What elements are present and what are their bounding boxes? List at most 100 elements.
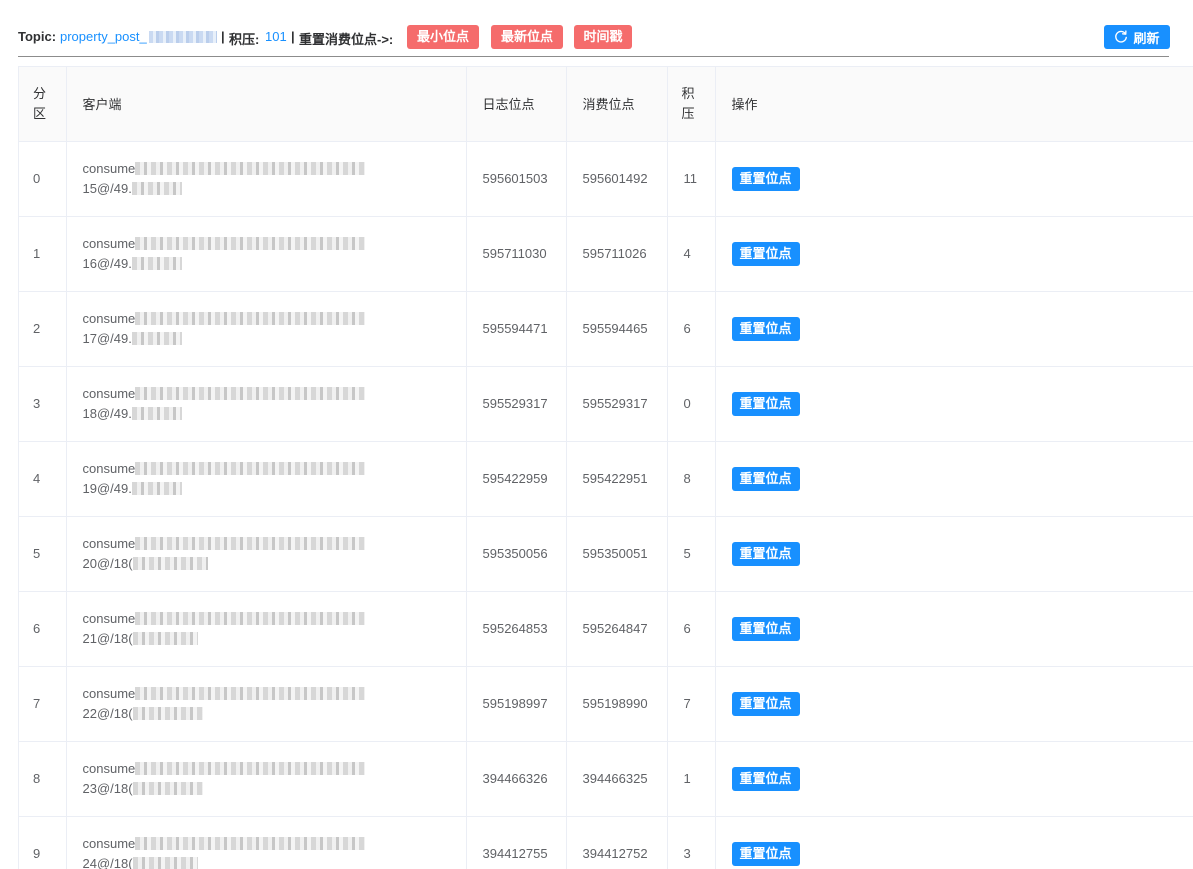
cell-partition: 3 [19,366,67,442]
separator: | [221,29,225,44]
header-client: 客户端 [66,67,467,142]
redacted-client-host [132,632,198,645]
cell-consume-offset: 595594465 [566,291,668,367]
cell-log-offset: 595601503 [466,141,567,217]
redacted-client-id [135,537,366,550]
table-row: 6 consume 21@/18(595264853 595264847 6 重置位点 [19,591,1193,667]
cell-action: 重置位点 [715,591,1193,667]
reset-offset-button[interactable]: 重置位点 [731,616,800,641]
table-row: 9 consume 24@/18(394412755 394412752 3 重置位点 [19,816,1193,869]
reset-offset-button[interactable]: 重置位点 [731,391,800,416]
timestamp-button[interactable]: 时间戳 [574,25,632,49]
cell-log-offset: 394466326 [466,741,567,817]
header-lag-line1: 积 [681,85,695,101]
client-id-suffix: 18@/49. [82,406,132,421]
header-log-offset: 日志位点 [466,67,567,142]
cell-client: consume 17@/49. [66,291,467,367]
cell-consume-offset: 595711026 [566,216,668,292]
reset-offset-button[interactable]: 重置位点 [731,466,800,491]
cell-client: consume 19@/49. [66,441,467,517]
client-id-suffix: 21@/18( [82,631,133,646]
cell-log-offset: 595264853 [466,591,567,667]
cell-log-offset: 595350056 [466,516,567,592]
redacted-client-id [135,612,366,625]
cell-partition: 2 [19,291,67,367]
client-id-suffix: 22@/18( [82,706,133,721]
cell-consume-offset: 595601492 [566,141,668,217]
cell-consume-offset: 595198990 [566,666,668,742]
reset-offset-button[interactable]: 重置位点 [731,841,800,866]
refresh-button[interactable]: 刷新 [1104,25,1170,49]
client-id-prefix: consume [82,386,136,401]
cell-consume-offset: 595264847 [566,591,668,667]
table-row: 5 consume 20@/18(595350056 595350051 5 重置位点 [19,516,1193,592]
redacted-client-id [135,162,366,175]
cell-client: consume 15@/49. [66,141,467,217]
header-partition-line2: 区 [33,105,47,121]
cell-client: consume 22@/18( [66,666,467,742]
table-row: 3 consume 18@/49. 595529317 595529317 0 重置位点 [19,366,1193,442]
header-partition-line1: 分 [33,85,47,101]
cell-lag: 8 [667,441,716,517]
redacted-client-id [135,462,366,475]
client-id-suffix: 15@/49. [82,181,132,196]
toolbar-divider [18,56,1169,57]
client-id-prefix: consume [82,836,136,851]
topic-value[interactable]: property_post_ [60,29,147,44]
cell-client: consume 20@/18( [66,516,467,592]
cell-action: 重置位点 [715,516,1193,592]
cell-log-offset: 595529317 [466,366,567,442]
cell-client: consume 18@/49. [66,366,467,442]
reset-offset-button[interactable]: 重置位点 [731,541,800,566]
client-id-prefix: consume [82,536,136,551]
cell-partition: 6 [19,591,67,667]
cell-partition: 1 [19,216,67,292]
cell-action: 重置位点 [715,141,1193,217]
cell-log-offset: 595422959 [466,441,567,517]
client-id-prefix: consume [82,761,136,776]
reset-offset-button[interactable]: 重置位点 [731,316,800,341]
cell-client: consume 23@/18( [66,741,467,817]
cell-lag: 7 [667,666,716,742]
client-id-prefix: consume [82,311,136,326]
cell-client: consume 24@/18( [66,816,467,869]
redacted-client-id [135,237,366,250]
toolbar: Topic: property_post_ | 积压: 101 | 重置消费位点… [0,0,1193,58]
min-offset-button[interactable]: 最小位点 [407,25,479,49]
cell-partition: 5 [19,516,67,592]
header-consume-offset: 消费位点 [566,67,668,142]
client-id-suffix: 19@/49. [82,481,132,496]
refresh-label: 刷新 [1133,30,1160,46]
reset-offset-button[interactable]: 重置位点 [731,691,800,716]
client-id-prefix: consume [82,236,136,251]
redacted-client-host [132,782,203,795]
cell-log-offset: 595198997 [466,666,567,742]
header-action: 操作 [715,67,1193,142]
client-id-prefix: consume [82,611,136,626]
refresh-icon [1115,30,1128,43]
latest-offset-button[interactable]: 最新位点 [491,25,563,49]
cell-lag: 4 [667,216,716,292]
cell-action: 重置位点 [715,441,1193,517]
table-row: 0 consume 15@/49. 595601503 595601492 11 重置位点 [19,141,1193,217]
backlog-value: 101 [265,29,287,44]
cell-consume-offset: 595422951 [566,441,668,517]
reset-offset-button[interactable]: 重置位点 [731,766,800,791]
redacted-client-host [131,482,182,495]
cell-lag: 3 [667,816,716,869]
cell-action: 重置位点 [715,666,1193,742]
redacted-topic-suffix [149,31,217,43]
reset-offset-label: 重置消费位点->: [299,32,394,47]
cell-partition: 8 [19,741,67,817]
redacted-client-id [135,387,366,400]
reset-offset-button[interactable]: 重置位点 [731,166,800,191]
cell-action: 重置位点 [715,741,1193,817]
cell-log-offset: 595594471 [466,291,567,367]
reset-offset-button[interactable]: 重置位点 [731,241,800,266]
cell-lag: 0 [667,366,716,442]
cell-partition: 9 [19,816,67,869]
cell-consume-offset: 394412752 [566,816,668,869]
cell-consume-offset: 394466325 [566,741,668,817]
redacted-client-id [135,312,366,325]
cell-action: 重置位点 [715,216,1193,292]
